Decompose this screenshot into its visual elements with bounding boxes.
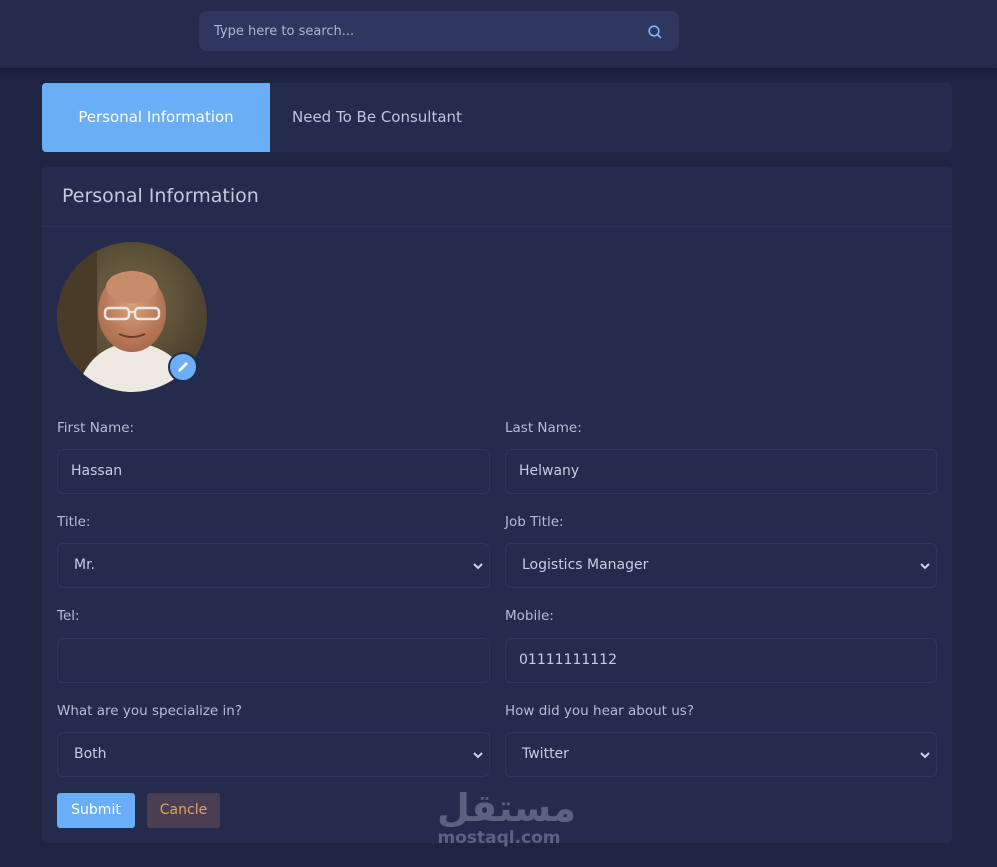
heard-select-value: Twitter [522, 746, 569, 762]
tab-bar: Personal Information Need To Be Consulta… [42, 83, 952, 152]
title-select[interactable]: Mr. [57, 543, 490, 588]
watermark-arabic: مستقل [437, 786, 576, 830]
chevron-down-icon [920, 752, 930, 759]
edit-avatar-button[interactable] [168, 352, 198, 382]
chevron-down-icon [920, 563, 930, 570]
first-name-label: First Name: [57, 420, 135, 436]
search-input[interactable] [199, 11, 639, 51]
watermark-latin: mostaql.com [437, 828, 561, 848]
first-name-field[interactable]: Hassan [57, 449, 490, 494]
search-box[interactable] [199, 11, 679, 51]
pencil-icon [178, 362, 188, 372]
last-name-label: Last Name: [505, 420, 582, 436]
last-name-field[interactable]: Helwany [505, 449, 937, 494]
cancel-button[interactable]: Cancle [147, 793, 220, 828]
search-icon[interactable] [647, 24, 663, 40]
tel-label: Tel: [57, 608, 80, 624]
job-title-select-value: Logistics Manager [522, 557, 649, 573]
tel-field[interactable] [57, 638, 490, 683]
watermark: مستقل mostaql.com [437, 786, 576, 852]
top-bar [0, 0, 997, 68]
tab-personal-information[interactable]: Personal Information [42, 83, 270, 152]
submit-button[interactable]: Submit [57, 793, 135, 828]
specialize-select[interactable]: Both [57, 732, 490, 777]
heard-select[interactable]: Twitter [505, 732, 937, 777]
mobile-label: Mobile: [505, 608, 554, 624]
job-title-label: Job Title: [505, 514, 564, 530]
title-label: Title: [57, 514, 91, 530]
specialize-select-value: Both [74, 746, 107, 762]
mobile-field[interactable]: 01111111112 [505, 638, 937, 683]
personal-information-card: Personal Information First Name: Hassan … [42, 167, 952, 843]
job-title-select[interactable]: Logistics Manager [505, 543, 937, 588]
chevron-down-icon [473, 563, 483, 570]
chevron-down-icon [473, 752, 483, 759]
title-select-value: Mr. [74, 557, 95, 573]
heard-label: How did you hear about us? [505, 703, 694, 719]
card-title: Personal Information [42, 167, 952, 227]
tab-need-to-be-consultant[interactable]: Need To Be Consultant [292, 83, 462, 152]
specialize-label: What are you specialize in? [57, 703, 242, 719]
